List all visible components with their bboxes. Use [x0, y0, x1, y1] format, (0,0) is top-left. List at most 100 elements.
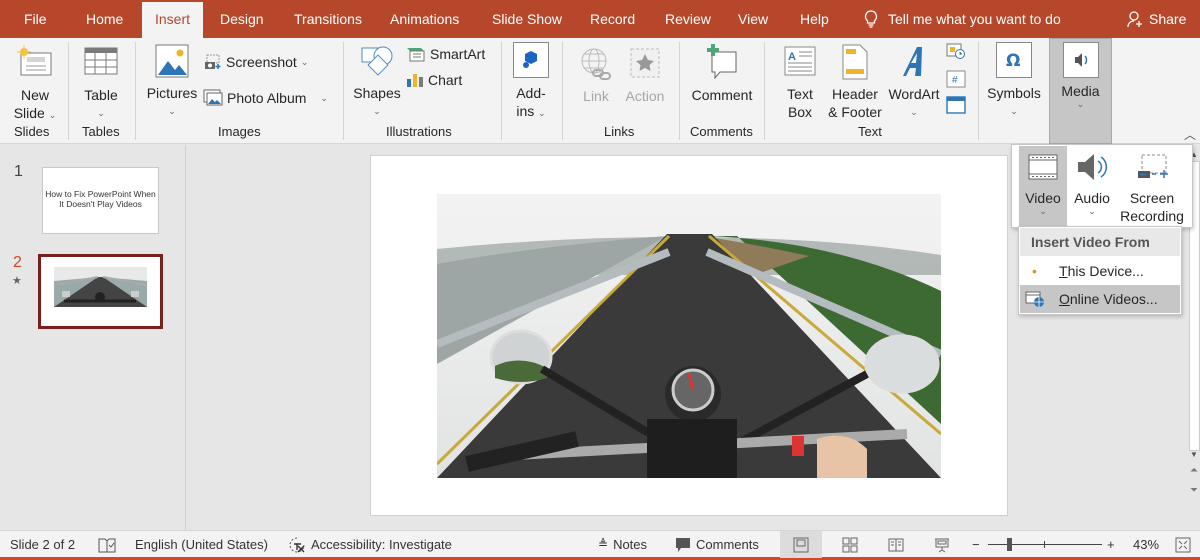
tell-me-search[interactable]: Tell me what you want to do — [864, 0, 1061, 38]
pictures-button[interactable]: Pictures ⌄ — [146, 44, 198, 120]
svg-text:#: # — [952, 75, 958, 86]
video-button[interactable]: Video ⌄ — [1019, 146, 1067, 228]
media-label: Media — [1061, 83, 1100, 99]
screenshot-icon — [205, 54, 221, 69]
next-slide-icon[interactable]: ⏷ — [1190, 485, 1198, 496]
tab-slide-show[interactable]: Slide Show — [492, 0, 562, 38]
share-label: Share — [1149, 11, 1187, 27]
fit-to-window-icon — [1175, 537, 1191, 552]
wordart-button[interactable]: WordArt ⌄ — [886, 44, 942, 121]
ribbon: New Slide ⌄ Slides Table ⌄ Tables Pictur… — [0, 38, 1200, 144]
header-footer-button[interactable]: Header & Footer — [826, 44, 884, 121]
audio-button[interactable]: Audio ⌄ — [1069, 146, 1115, 228]
screen-recording-label-1: Screen — [1129, 190, 1175, 206]
tab-view[interactable]: View — [738, 0, 768, 38]
tab-review[interactable]: Review — [665, 0, 711, 38]
divider — [68, 42, 69, 140]
slide-sorter-button[interactable] — [842, 531, 858, 558]
smartart-button[interactable]: SmartArt — [406, 46, 485, 62]
add-ins-label-1: Add- — [516, 85, 546, 101]
header-footer-icon — [842, 44, 868, 80]
screen-recording-button[interactable]: Screen Recording — [1116, 146, 1188, 228]
slide-thumbnail-2[interactable] — [38, 254, 163, 329]
menu-item-online-videos[interactable]: Online Videos... — [1020, 285, 1180, 313]
group-label-tables: Tables — [82, 124, 120, 139]
accessibility-status[interactable]: Accessibility: Investigate — [288, 531, 452, 558]
screenshot-button[interactable]: Screenshot ⌄ — [204, 54, 308, 70]
language-status[interactable]: English (United States) — [135, 531, 268, 558]
media-button[interactable]: Media ⌄ — [1049, 38, 1112, 144]
share-button[interactable]: Share — [1126, 0, 1186, 38]
chart-button[interactable]: Chart — [406, 72, 462, 88]
chart-icon — [407, 74, 423, 87]
table-button[interactable]: Table ⌄ — [76, 44, 126, 122]
lightbulb-icon — [864, 10, 878, 28]
accel-key: O — [1059, 291, 1070, 307]
text-box-button[interactable]: A Text Box — [780, 46, 820, 121]
divider — [135, 42, 136, 140]
chevron-down-icon: ⌄ — [300, 56, 309, 67]
tab-file[interactable]: File — [24, 0, 47, 38]
tab-animations[interactable]: Animations — [390, 0, 459, 38]
action-button[interactable]: Action — [622, 46, 668, 105]
add-ins-button[interactable]: Add- ins ⌄ — [508, 42, 554, 122]
wordart-label: WordArt — [888, 86, 940, 102]
scroll-down-icon[interactable]: ▼ — [1190, 450, 1198, 459]
menu-item-this-device[interactable]: • This Device... — [1020, 257, 1180, 285]
zoom-out-button[interactable]: − — [972, 531, 980, 558]
zoom-in-button[interactable]: + — [1107, 531, 1115, 558]
link-button[interactable]: Link — [575, 46, 617, 105]
action-label: Action — [625, 88, 665, 104]
zoom-slider-thumb[interactable] — [1006, 538, 1012, 551]
tab-insert[interactable]: Insert — [142, 2, 204, 38]
accessibility-icon — [289, 537, 305, 552]
notes-icon: ≜ — [598, 537, 609, 551]
slide-count: Slide 2 of 2 — [10, 537, 76, 552]
divider — [679, 42, 680, 140]
previous-slide-icon[interactable]: ⏶ — [1190, 465, 1198, 476]
date-time-icon[interactable] — [946, 42, 966, 60]
shapes-button[interactable]: Shapes ⌄ — [352, 44, 402, 120]
tab-home[interactable]: Home — [86, 0, 123, 38]
chevron-down-icon: ⌄ — [1010, 106, 1018, 116]
comments-label: Comments — [696, 537, 759, 552]
divider — [978, 42, 979, 140]
normal-view-button[interactable] — [780, 531, 822, 558]
accessibility-label: Accessibility: Investigate — [311, 537, 452, 552]
tab-help[interactable]: Help — [800, 0, 829, 38]
menu-item-label: nline Videos... — [1069, 291, 1158, 307]
symbols-button[interactable]: Ω Symbols ⌄ — [986, 42, 1042, 120]
notes-button[interactable]: ≜ Notes — [598, 531, 647, 558]
omega-icon: Ω — [996, 42, 1032, 78]
fit-to-window-button[interactable] — [1175, 531, 1191, 558]
comments-button[interactable]: Comments — [675, 531, 759, 558]
slide-number: 1 — [14, 163, 23, 180]
table-label: Table — [84, 87, 118, 103]
object-icon[interactable] — [946, 96, 966, 114]
tab-record[interactable]: Record — [590, 0, 635, 38]
spelling-check-icon[interactable] — [98, 531, 116, 558]
chevron-down-icon: ⌄ — [1076, 99, 1085, 109]
film-icon — [1028, 154, 1058, 180]
zoom-level[interactable]: 43% — [1133, 531, 1159, 558]
menu-header: Insert Video From — [1020, 228, 1180, 256]
add-ins-label-2-wrap: ins ⌄ — [508, 102, 554, 122]
zoom-slider-center-tick — [1044, 541, 1045, 548]
slide-video-image[interactable] — [437, 194, 941, 478]
tab-design[interactable]: Design — [220, 0, 264, 38]
text-box-icon: A — [784, 46, 816, 76]
chevron-down-icon: ⌄ — [538, 108, 546, 118]
zoom-slider[interactable] — [988, 538, 1102, 551]
new-slide-button[interactable]: New Slide ⌄ — [10, 44, 60, 124]
slide-canvas[interactable] — [370, 155, 1008, 516]
slide-number-icon[interactable]: # — [946, 70, 966, 88]
reading-view-button[interactable] — [888, 531, 904, 558]
screenshot-label: Screenshot — [226, 54, 297, 70]
slide-thumbnail-1[interactable]: How to Fix PowerPoint When It Doesn't Pl… — [42, 167, 159, 234]
photo-album-button[interactable]: Photo Album ⌄ — [203, 89, 328, 107]
collapse-ribbon-icon[interactable]: ︿ — [1184, 126, 1196, 143]
tab-transitions[interactable]: Transitions — [294, 0, 362, 38]
comment-button[interactable]: Comment — [688, 42, 756, 104]
screen-recording-icon — [1138, 154, 1168, 178]
slide-show-button[interactable] — [934, 531, 950, 558]
